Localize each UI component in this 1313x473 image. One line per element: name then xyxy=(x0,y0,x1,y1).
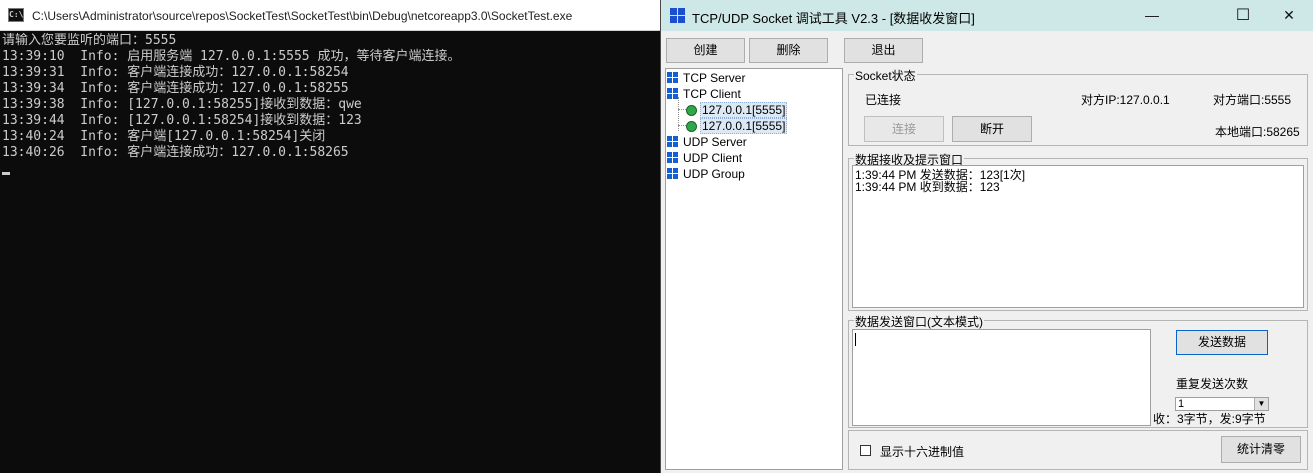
local-port: 本地端口:58265 xyxy=(1215,125,1300,139)
console-line: 13:39:44 Info: [127.0.0.1:58254]接收到数据：12… xyxy=(2,113,362,128)
send-group: 数据发送窗口(文本模式) 发送数据 重复发送次数 1 ▼ 收：3字节，发:9字节 xyxy=(848,313,1308,428)
grid-icon xyxy=(667,152,679,164)
tool-titlebar[interactable]: TCP/UDP Socket 调试工具 V2.3 - [数据收发窗口] — ☐ … xyxy=(661,0,1313,31)
socket-tree[interactable]: TCP Server TCP Client 127.0.0.1[5555] 12… xyxy=(665,68,843,470)
tool-title: TCP/UDP Socket 调试工具 V2.3 - [数据收发窗口] xyxy=(692,11,975,26)
globe-icon xyxy=(686,105,697,116)
tree-item-label: 127.0.0.1[5555] xyxy=(700,118,788,134)
tree-item-tcp-client[interactable]: TCP Client xyxy=(667,86,741,102)
exit-button[interactable]: 退出 xyxy=(844,38,923,63)
tree-item-label: TCP Client xyxy=(683,87,741,101)
tree-item-client-connection[interactable]: 127.0.0.1[5555] xyxy=(686,118,788,134)
repeat-count-label: 重复发送次数 xyxy=(1176,377,1249,391)
grid-icon xyxy=(667,88,679,100)
repeat-count-select[interactable]: 1 ▼ xyxy=(1175,397,1269,411)
delete-button[interactable]: 删除 xyxy=(749,38,828,63)
clear-stats-button[interactable]: 统计清零 xyxy=(1221,436,1301,463)
console-output[interactable]: 请输入您要监听的端口：5555 13:39:10 Info: 启用服务端 127… xyxy=(2,33,658,471)
repeat-count-value: 1 xyxy=(1178,398,1185,410)
remote-port: 对方端口:5555 xyxy=(1213,93,1292,107)
text-caret xyxy=(855,333,856,346)
create-button[interactable]: 创建 xyxy=(666,38,745,63)
minimize-button[interactable]: — xyxy=(1129,0,1175,31)
traffic-stats: 收：3字节，发:9字节 xyxy=(1153,411,1307,427)
console-line: 请输入您要监听的端口：5555 xyxy=(2,33,177,48)
hex-checkbox-label[interactable]: 显示十六进制值 xyxy=(880,443,964,460)
console-line: 13:39:31 Info: 客户端连接成功：127.0.0.1:58254 xyxy=(2,65,349,80)
console-titlebar[interactable]: C:\ C:\Users\Administrator\source\repos\… xyxy=(0,0,660,31)
connection-state: 已连接 xyxy=(865,93,902,107)
receive-log[interactable]: 1:39:44 PM 发送数据：123[1次] 1:39:44 PM 收到数据：… xyxy=(852,165,1304,308)
send-data-button[interactable]: 发送数据 xyxy=(1176,330,1268,355)
grid-icon xyxy=(667,72,679,84)
tree-item-label: UDP Client xyxy=(683,151,743,165)
console-line: 13:39:10 Info: 启用服务端 127.0.0.1:5555 成功，等… xyxy=(2,49,461,64)
connect-button[interactable]: 连接 xyxy=(864,116,944,142)
console-line: 13:40:24 Info: 客户端[127.0.0.1:58254]关闭 xyxy=(2,129,326,144)
remote-ip: 对方IP:127.0.0.1 xyxy=(1081,93,1170,107)
console-window: C:\ C:\Users\Administrator\source\repos\… xyxy=(0,0,660,473)
console-line: 13:39:34 Info: 客户端连接成功：127.0.0.1:58255 xyxy=(2,81,349,96)
grid-icon xyxy=(667,136,679,148)
disconnect-button[interactable]: 断开 xyxy=(952,116,1032,142)
chevron-down-icon[interactable]: ▼ xyxy=(1254,398,1268,410)
receive-group: 数据接收及提示窗口 1:39:44 PM 发送数据：123[1次] 1:39:4… xyxy=(848,151,1308,311)
tree-item-label: 127.0.0.1[5555] xyxy=(700,102,788,118)
tree-item-udp-server[interactable]: UDP Server xyxy=(667,134,747,150)
app-grid-icon xyxy=(670,8,685,23)
socket-status-group: Socket状态 已连接 对方IP:127.0.0.1 对方端口:5555 连接… xyxy=(848,67,1308,146)
tree-item-label: UDP Server xyxy=(683,135,747,149)
hex-checkbox[interactable] xyxy=(860,445,871,456)
console-cursor xyxy=(2,172,10,175)
tree-item-client-connection[interactable]: 127.0.0.1[5555] xyxy=(686,102,788,118)
maximize-button[interactable]: ☐ xyxy=(1220,0,1266,31)
send-title: 数据发送窗口(文本模式) xyxy=(854,313,984,330)
console-line: 13:39:38 Info: [127.0.0.1:58255]接收到数据：qw… xyxy=(2,97,362,112)
tree-item-label: TCP Server xyxy=(683,71,746,85)
console-line: 13:40:26 Info: 客户端连接成功：127.0.0.1:58265 xyxy=(2,145,349,160)
socket-status-title: Socket状态 xyxy=(854,67,917,84)
bottom-group: 显示十六进制值 统计清零 xyxy=(848,430,1308,470)
tree-item-tcp-server[interactable]: TCP Server xyxy=(667,70,745,86)
close-button[interactable]: ✕ xyxy=(1266,0,1312,31)
tree-item-label: UDP Group xyxy=(683,167,745,181)
grid-icon xyxy=(667,168,679,180)
console-title: C:\Users\Administrator\source\repos\Sock… xyxy=(32,9,573,23)
console-icon: C:\ xyxy=(8,8,24,22)
send-input[interactable] xyxy=(852,329,1151,426)
socket-tool-window: TCP/UDP Socket 调试工具 V2.3 - [数据收发窗口] — ☐ … xyxy=(660,0,1313,473)
tree-item-udp-group[interactable]: UDP Group xyxy=(667,166,745,182)
log-line: 1:39:44 PM 收到数据：123 xyxy=(855,180,1000,194)
globe-icon xyxy=(686,121,697,132)
tree-item-udp-client[interactable]: UDP Client xyxy=(667,150,742,166)
